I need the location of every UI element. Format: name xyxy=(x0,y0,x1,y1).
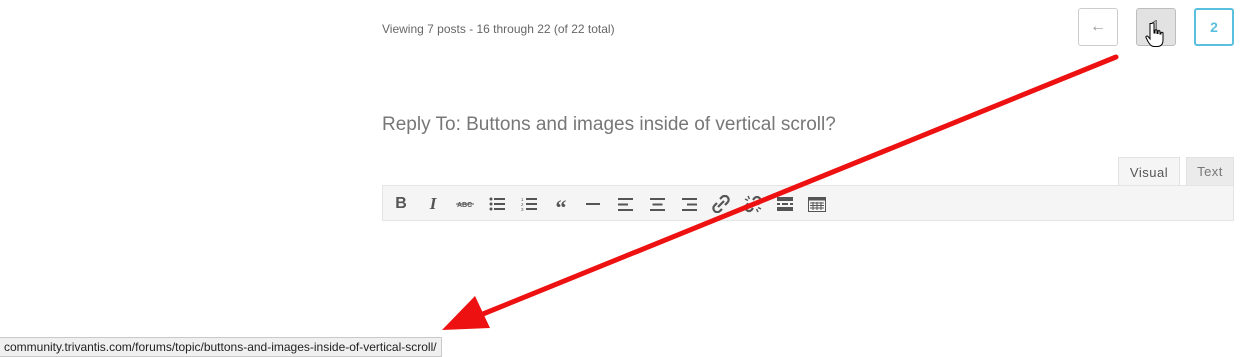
strikethrough-icon[interactable]: ABC xyxy=(454,193,476,215)
blockquote-icon[interactable]: “ xyxy=(550,193,572,219)
bold-icon[interactable]: B xyxy=(390,193,412,215)
annotation-arrow xyxy=(442,54,1119,330)
italic-icon[interactable]: I xyxy=(422,193,444,215)
bullet-list-icon[interactable] xyxy=(486,193,508,215)
align-left-icon[interactable] xyxy=(614,193,636,215)
reply-title: Reply To: Buttons and images inside of v… xyxy=(382,114,836,135)
horizontal-line-icon[interactable] xyxy=(582,193,604,215)
hand-cursor-icon xyxy=(1145,22,1164,47)
status-url: community.trivantis.com/forums/topic/but… xyxy=(4,340,437,354)
numbered-list-icon[interactable]: 123 xyxy=(518,193,540,215)
browser-status-bar: community.trivantis.com/forums/topic/but… xyxy=(0,337,442,357)
read-more-icon[interactable] xyxy=(774,193,796,215)
pagination-count: Viewing 7 posts - 16 through 22 (of 22 t… xyxy=(382,22,615,36)
align-center-icon[interactable] xyxy=(646,193,668,215)
tab-text[interactable]: Text xyxy=(1186,157,1234,185)
unlink-icon[interactable] xyxy=(742,193,764,215)
pagination-page-2-button[interactable]: 2 xyxy=(1194,8,1234,46)
editor-toolbar: B I ABC 123 “ xyxy=(382,185,1234,221)
link-icon[interactable] xyxy=(710,193,732,215)
svg-text:3: 3 xyxy=(521,207,524,211)
pagination-prev-button[interactable]: ← xyxy=(1078,8,1118,46)
toolbar-toggle-icon[interactable] xyxy=(806,193,828,215)
align-right-icon[interactable] xyxy=(678,193,700,215)
svg-text:ABC: ABC xyxy=(457,202,472,209)
tab-visual[interactable]: Visual xyxy=(1118,157,1180,186)
